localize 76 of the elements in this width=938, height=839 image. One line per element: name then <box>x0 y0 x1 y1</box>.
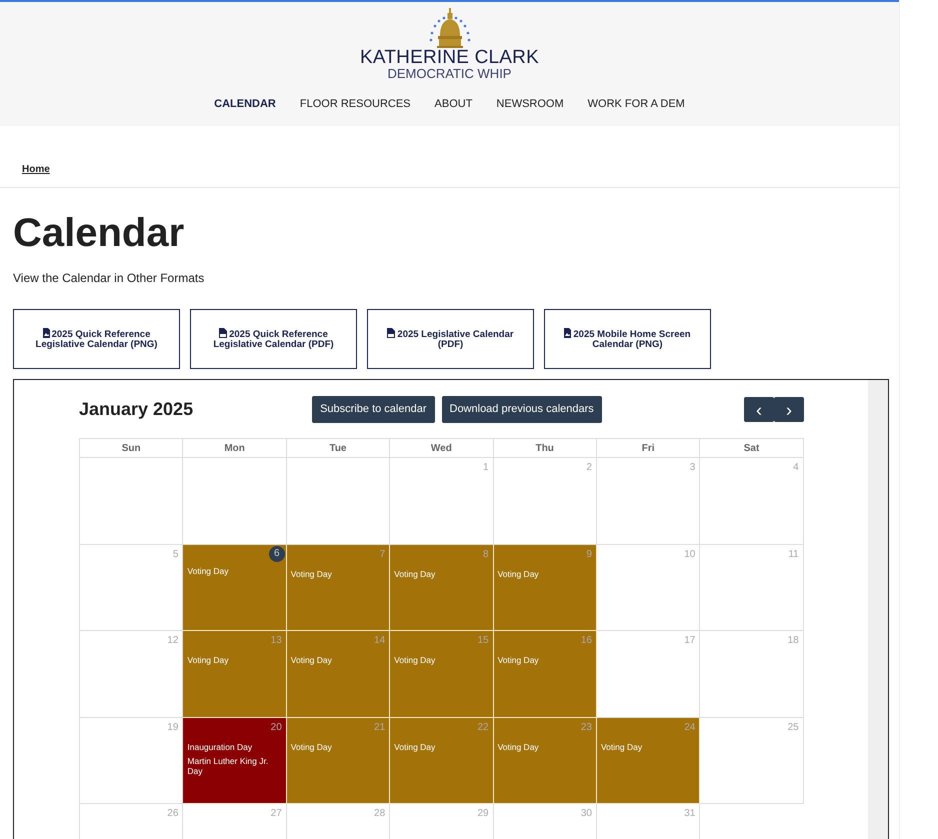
download-button[interactable]: 2025 Quick Reference Legislative Calendar (PDF) <box>190 309 357 369</box>
weekday-header: Wed <box>390 438 494 458</box>
date-number: 26 <box>166 807 178 820</box>
logo-subtitle: DEMOCRATIC WHIP <box>388 67 512 80</box>
date-number: 2 <box>585 461 592 474</box>
event-label[interactable]: Inauguration Day <box>187 742 282 752</box>
nav-link[interactable]: ABOUT <box>434 96 472 112</box>
next-month-button[interactable]: › <box>774 397 804 422</box>
event-label[interactable]: Voting Day <box>187 655 282 666</box>
date-number: 27 <box>270 807 282 820</box>
weekday-header: Thu <box>494 438 597 458</box>
date-number: 14 <box>373 634 386 647</box>
previous-month-button[interactable]: ‹ <box>744 397 774 422</box>
today-date-number: 6 <box>268 546 285 562</box>
event-label[interactable]: Voting Day <box>394 742 489 752</box>
weekday-header: Sun <box>80 438 184 458</box>
date-number: 23 <box>580 720 592 734</box>
date-number: 12 <box>166 634 178 647</box>
date-number: 31 <box>683 807 696 820</box>
event-label[interactable]: Voting Day <box>187 566 282 576</box>
date-number: 13 <box>270 634 282 647</box>
event-label[interactable]: Martin Luther King Jr. Day <box>187 756 282 776</box>
download-button[interactable]: 2025 Quick Reference Legislative Calendar (PNG) <box>13 309 180 369</box>
date-number: 21 <box>373 720 386 734</box>
date-number: 16 <box>580 634 592 647</box>
nav-link[interactable]: WORK FOR A DEM <box>588 96 685 112</box>
event-label[interactable]: Voting Day <box>600 742 696 752</box>
date-number: 5 <box>172 548 178 560</box>
nav-link[interactable]: NEWSROOM <box>496 96 564 112</box>
capitol-dome-icon <box>426 6 472 48</box>
date-number: 19 <box>166 720 178 734</box>
date-number: 29 <box>476 807 489 820</box>
weekday-header: Mon <box>183 438 287 458</box>
date-number: 10 <box>683 548 696 560</box>
month-title: January 2025 <box>79 398 194 421</box>
event-label[interactable]: Voting Day <box>290 655 386 666</box>
date-number: 24 <box>683 720 696 734</box>
event-label[interactable]: Voting Day <box>498 742 592 752</box>
date-number: 25 <box>786 720 799 734</box>
image-file-icon <box>564 328 572 338</box>
date-number: 18 <box>786 634 799 647</box>
date-number: 20 <box>270 720 282 734</box>
page-title: Calendar <box>13 213 186 253</box>
event-label[interactable]: Voting Day <box>394 655 489 666</box>
page-subtitle: View the Calendar in Other Formats <box>13 270 206 287</box>
download-button[interactable]: 2025 Legislative Calendar (PDF) <box>367 309 534 369</box>
calendar-button[interactable]: Subscribe to calendar <box>312 396 434 423</box>
event-label[interactable]: Voting Day <box>498 655 592 666</box>
date-number: 9 <box>585 548 592 560</box>
event-label[interactable]: Voting Day <box>394 568 489 579</box>
weekday-header: Tue <box>286 438 390 458</box>
date-number: 11 <box>787 548 799 560</box>
date-number: 7 <box>378 548 386 560</box>
event-label[interactable]: Voting Day <box>498 568 592 579</box>
date-number: 4 <box>792 461 799 474</box>
download-button[interactable]: 2025 Mobile Home Screen Calendar (PNG) <box>544 309 711 369</box>
event-label[interactable]: Voting Day <box>290 568 386 579</box>
pdf-file-icon <box>219 328 228 338</box>
nav-link[interactable]: CALENDAR <box>214 96 276 112</box>
date-number: 17 <box>683 634 696 647</box>
weekday-header: Fri <box>596 438 700 458</box>
date-number: 15 <box>476 634 489 647</box>
weekday-header: Sat <box>700 438 804 458</box>
date-number: 28 <box>373 807 386 820</box>
event-label[interactable]: Voting Day <box>290 742 386 752</box>
date-number: 8 <box>482 548 489 560</box>
date-number: 22 <box>476 720 489 734</box>
image-file-icon <box>42 328 50 338</box>
date-number: 3 <box>688 461 696 474</box>
pdf-file-icon <box>387 328 396 338</box>
date-number: 1 <box>482 461 489 474</box>
logo-name[interactable]: KATHERINE CLARK <box>360 48 539 67</box>
date-number: 30 <box>580 807 592 820</box>
breadcrumb-link[interactable]: Home <box>22 162 50 177</box>
nav-link[interactable]: FLOOR RESOURCES <box>300 96 411 112</box>
calendar-button[interactable]: Download previous calendars <box>442 396 602 423</box>
